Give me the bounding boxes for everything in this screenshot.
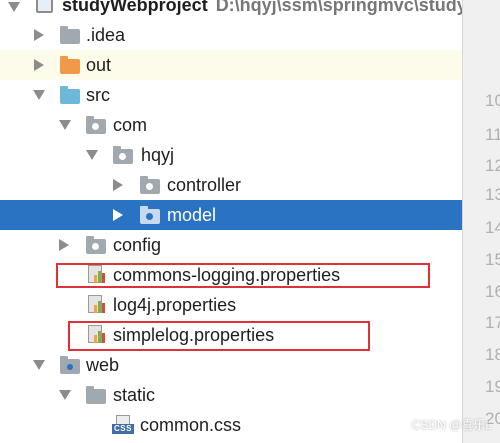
tree-row-src[interactable]: src [0,80,462,110]
web-folder-icon [60,356,80,374]
expand-arrow-icon[interactable] [33,360,45,370]
tree-item-label: common.css [140,415,242,435]
tree-row-com[interactable]: com [0,110,462,140]
line-number: 12 [485,156,500,175]
collapse-arrow-icon[interactable] [59,239,69,251]
folder-icon [86,386,106,404]
folder-icon [60,26,80,44]
line-number: 10 [485,91,500,110]
package-icon [113,146,133,164]
css-badge: CSS [112,424,134,434]
css-file-icon: CSS [112,415,134,435]
tree-item-label: controller [167,175,242,195]
expand-arrow-icon[interactable] [86,150,98,160]
tree-item-label: static [113,385,156,405]
line-number: 16 [485,282,500,301]
source-folder-icon [60,86,80,104]
collapse-arrow-icon[interactable] [113,209,123,221]
tree-item-label: model [167,205,217,225]
line-number: 15 [485,250,500,269]
package-icon [140,176,160,194]
tree-row-config[interactable]: config [0,230,462,260]
tree-item-label: web [86,355,120,375]
line-number: 11 [485,125,500,144]
project-name: studyWebproject [62,0,208,15]
tree-row-web[interactable]: web [0,350,462,380]
tree-row-project-root[interactable]: studyWebproject D:\hqyj\ssm\springmvc\stu… [0,0,467,21]
watermark: CSDN @喜乐L [411,418,492,432]
tree-row-out[interactable]: out [0,50,462,80]
excluded-folder-icon [60,56,80,74]
tree-row-log4j[interactable]: log4j.properties [0,290,462,320]
tree-row-hqyj[interactable]: hqyj [0,140,462,170]
package-icon [86,116,106,134]
package-icon [140,206,160,224]
tree-item-label: config [113,235,162,255]
collapse-arrow-icon[interactable] [34,29,44,41]
collapse-arrow-icon[interactable] [113,179,123,191]
line-number: 18 [485,345,500,364]
tree-row-idea[interactable]: .idea [0,20,462,50]
expand-arrow-icon[interactable] [33,90,45,100]
project-tree: studyWebproject D:\hqyj\ssm\springmvc\stu… [0,0,467,443]
tree-row-model[interactable]: model [0,200,462,230]
line-number: 17 [485,313,500,332]
tree-item-label: src [86,85,110,105]
editor-line-gutter: 10 11 12 13 14 15 16 17 18 19 20 [462,0,500,443]
line-number: 19 [485,377,500,396]
tree-row-static[interactable]: static [0,380,462,410]
expand-arrow-icon[interactable] [8,2,20,12]
tree-row-controller[interactable]: controller [0,170,462,200]
tree-item-label: hqyj [141,145,175,165]
project-path: D:\hqyj\ssm\springmvc\study [215,0,467,15]
tree-row-common-css[interactable]: CSS common.css [0,410,462,440]
package-icon [86,236,106,254]
expand-arrow-icon[interactable] [59,390,71,400]
expand-arrow-icon[interactable] [59,120,71,130]
properties-file-icon [88,295,106,315]
annotation-box-commons-logging [56,263,430,288]
tree-item-label: log4j.properties [113,295,237,315]
tree-item-label: out [86,55,112,75]
annotation-box-simplelog [68,321,370,351]
collapse-arrow-icon[interactable] [34,59,44,71]
tree-item-label: .idea [86,25,126,45]
project-module-icon [36,0,53,13]
line-number: 13 [485,185,500,204]
tree-item-label: com [113,115,148,135]
line-number: 14 [485,218,500,237]
